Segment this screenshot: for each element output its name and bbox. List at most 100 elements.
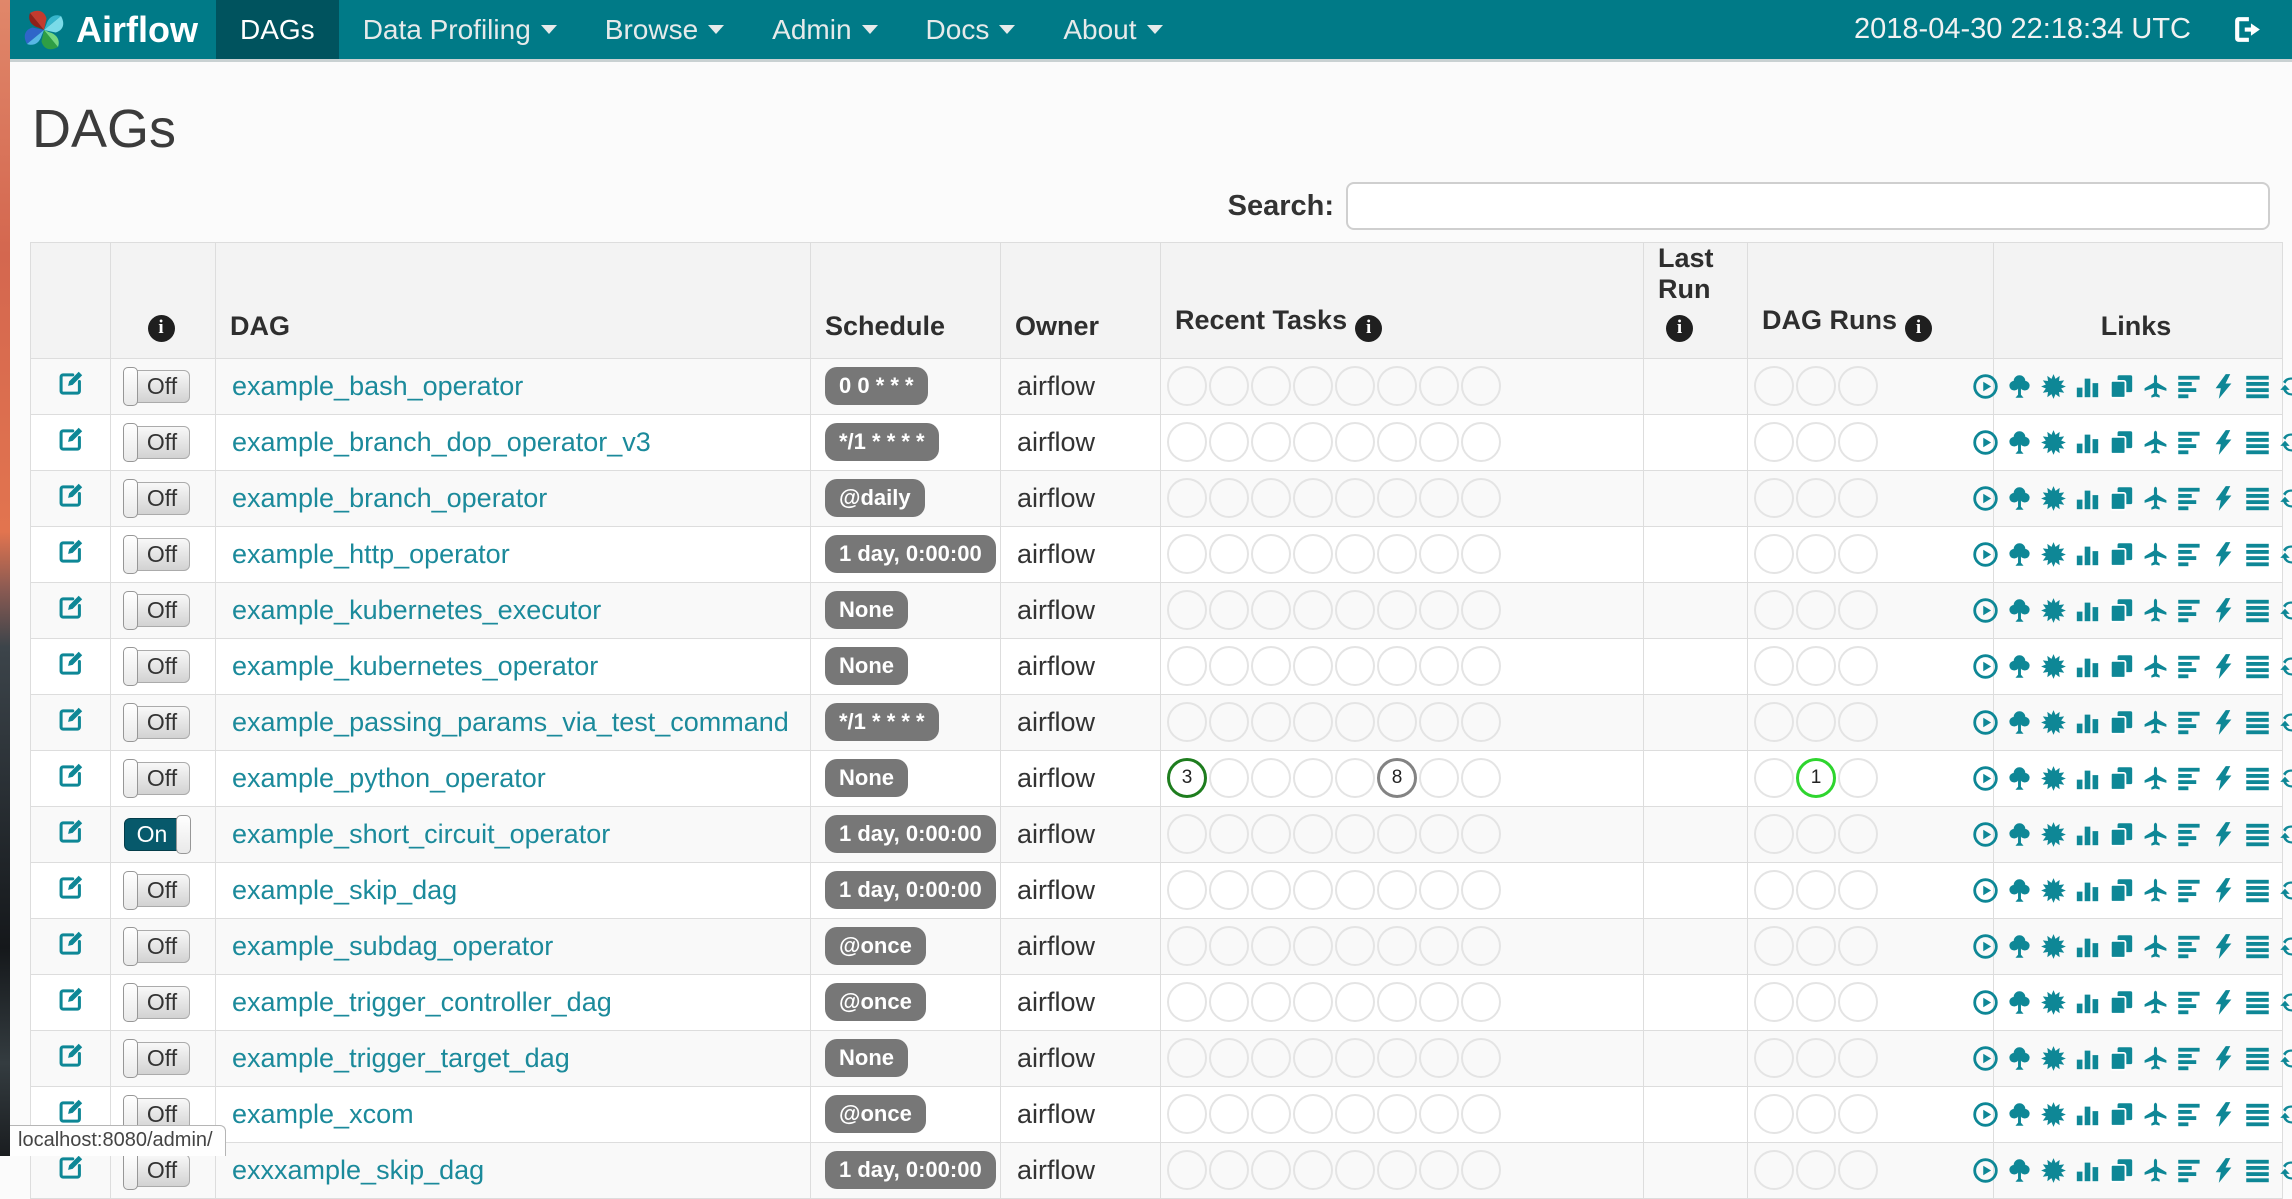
dag-details-button[interactable] (2244, 1045, 2271, 1072)
state-circle[interactable] (1293, 1038, 1333, 1078)
edit-dag-button[interactable] (57, 1097, 85, 1125)
gantt-view-button[interactable] (2176, 653, 2203, 680)
state-circle[interactable] (1293, 982, 1333, 1022)
state-circle[interactable] (1335, 1038, 1375, 1078)
dag-link[interactable]: example_trigger_target_dag (216, 1043, 570, 1074)
state-circle[interactable] (1461, 1094, 1501, 1134)
gantt-view-button[interactable] (2176, 1101, 2203, 1128)
nav-item-dags[interactable]: DAGs (216, 0, 339, 59)
state-circle[interactable] (1838, 590, 1878, 630)
graph-view-button[interactable] (2040, 429, 2067, 456)
code-view-button[interactable] (2210, 709, 2237, 736)
state-circle[interactable] (1461, 1150, 1501, 1190)
nav-item-admin[interactable]: Admin (748, 0, 901, 59)
pause-toggle[interactable]: Off (124, 762, 190, 795)
state-circle[interactable] (1167, 870, 1207, 910)
pause-toggle[interactable]: Off (124, 538, 190, 571)
task-duration-button[interactable] (2074, 541, 2101, 568)
state-circle[interactable] (1796, 814, 1836, 854)
dag-link[interactable]: example_subdag_operator (216, 931, 553, 962)
state-circle[interactable] (1419, 422, 1459, 462)
task-duration-button[interactable] (2074, 653, 2101, 680)
pause-toggle[interactable]: Off (124, 986, 190, 1019)
state-circle[interactable] (1335, 870, 1375, 910)
gantt-view-button[interactable] (2176, 821, 2203, 848)
pause-toggle[interactable]: Off (124, 482, 190, 515)
state-circle[interactable] (1754, 1038, 1794, 1078)
state-circle[interactable] (1293, 870, 1333, 910)
graph-view-button[interactable] (2040, 877, 2067, 904)
refresh-dag-button[interactable] (2278, 765, 2292, 792)
state-circle[interactable] (1796, 982, 1836, 1022)
state-circle[interactable] (1461, 926, 1501, 966)
state-circle[interactable] (1838, 1150, 1878, 1190)
code-view-button[interactable] (2210, 877, 2237, 904)
task-tries-button[interactable] (2108, 1157, 2135, 1184)
state-circle[interactable] (1754, 982, 1794, 1022)
state-circle[interactable] (1796, 1038, 1836, 1078)
tree-view-button[interactable] (2006, 989, 2033, 1016)
landing-times-button[interactable] (2142, 485, 2169, 512)
state-circle[interactable] (1251, 870, 1291, 910)
trigger-dag-button[interactable] (1972, 429, 1999, 456)
state-circle[interactable] (1335, 590, 1375, 630)
state-circle[interactable] (1167, 926, 1207, 966)
dag-details-button[interactable] (2244, 485, 2271, 512)
state-circle[interactable] (1377, 870, 1417, 910)
gantt-view-button[interactable] (2176, 429, 2203, 456)
state-circle[interactable] (1167, 534, 1207, 574)
state-circle[interactable] (1167, 702, 1207, 742)
state-circle[interactable] (1293, 758, 1333, 798)
graph-view-button[interactable] (2040, 653, 2067, 680)
task-tries-button[interactable] (2108, 485, 2135, 512)
state-circle[interactable] (1335, 422, 1375, 462)
state-circle[interactable] (1209, 982, 1249, 1022)
state-circle[interactable] (1796, 534, 1836, 574)
state-circle[interactable]: 8 (1377, 758, 1417, 798)
tree-view-button[interactable] (2006, 373, 2033, 400)
code-view-button[interactable] (2210, 933, 2237, 960)
gantt-view-button[interactable] (2176, 989, 2203, 1016)
graph-view-button[interactable] (2040, 765, 2067, 792)
task-duration-button[interactable] (2074, 485, 2101, 512)
refresh-dag-button[interactable] (2278, 989, 2292, 1016)
state-circle[interactable] (1167, 366, 1207, 406)
state-circle[interactable] (1167, 590, 1207, 630)
state-circle[interactable] (1838, 702, 1878, 742)
graph-view-button[interactable] (2040, 541, 2067, 568)
tree-view-button[interactable] (2006, 429, 2033, 456)
code-view-button[interactable] (2210, 653, 2237, 680)
graph-view-button[interactable] (2040, 821, 2067, 848)
tree-view-button[interactable] (2006, 821, 2033, 848)
state-circle[interactable] (1419, 590, 1459, 630)
pause-toggle[interactable]: Off (124, 594, 190, 627)
gantt-view-button[interactable] (2176, 485, 2203, 512)
state-circle[interactable] (1377, 1094, 1417, 1134)
state-circle[interactable] (1251, 366, 1291, 406)
task-duration-button[interactable] (2074, 1157, 2101, 1184)
state-circle[interactable] (1167, 982, 1207, 1022)
state-circle[interactable] (1838, 534, 1878, 574)
tree-view-button[interactable] (2006, 541, 2033, 568)
task-tries-button[interactable] (2108, 765, 2135, 792)
task-tries-button[interactable] (2108, 933, 2135, 960)
state-circle[interactable] (1754, 366, 1794, 406)
state-circle[interactable] (1754, 702, 1794, 742)
gantt-view-button[interactable] (2176, 877, 2203, 904)
edit-dag-button[interactable] (57, 761, 85, 789)
gantt-view-button[interactable] (2176, 765, 2203, 792)
state-circle[interactable] (1419, 1150, 1459, 1190)
landing-times-button[interactable] (2142, 1101, 2169, 1128)
state-circle[interactable] (1419, 982, 1459, 1022)
state-circle[interactable] (1419, 366, 1459, 406)
gantt-view-button[interactable] (2176, 597, 2203, 624)
dag-details-button[interactable] (2244, 1101, 2271, 1128)
dag-link[interactable]: exxxample_skip_dag (216, 1155, 484, 1186)
state-circle[interactable] (1335, 926, 1375, 966)
dag-details-button[interactable] (2244, 877, 2271, 904)
state-circle[interactable] (1419, 1038, 1459, 1078)
landing-times-button[interactable] (2142, 765, 2169, 792)
state-circle[interactable] (1461, 478, 1501, 518)
refresh-dag-button[interactable] (2278, 1101, 2292, 1128)
state-circle[interactable] (1419, 814, 1459, 854)
